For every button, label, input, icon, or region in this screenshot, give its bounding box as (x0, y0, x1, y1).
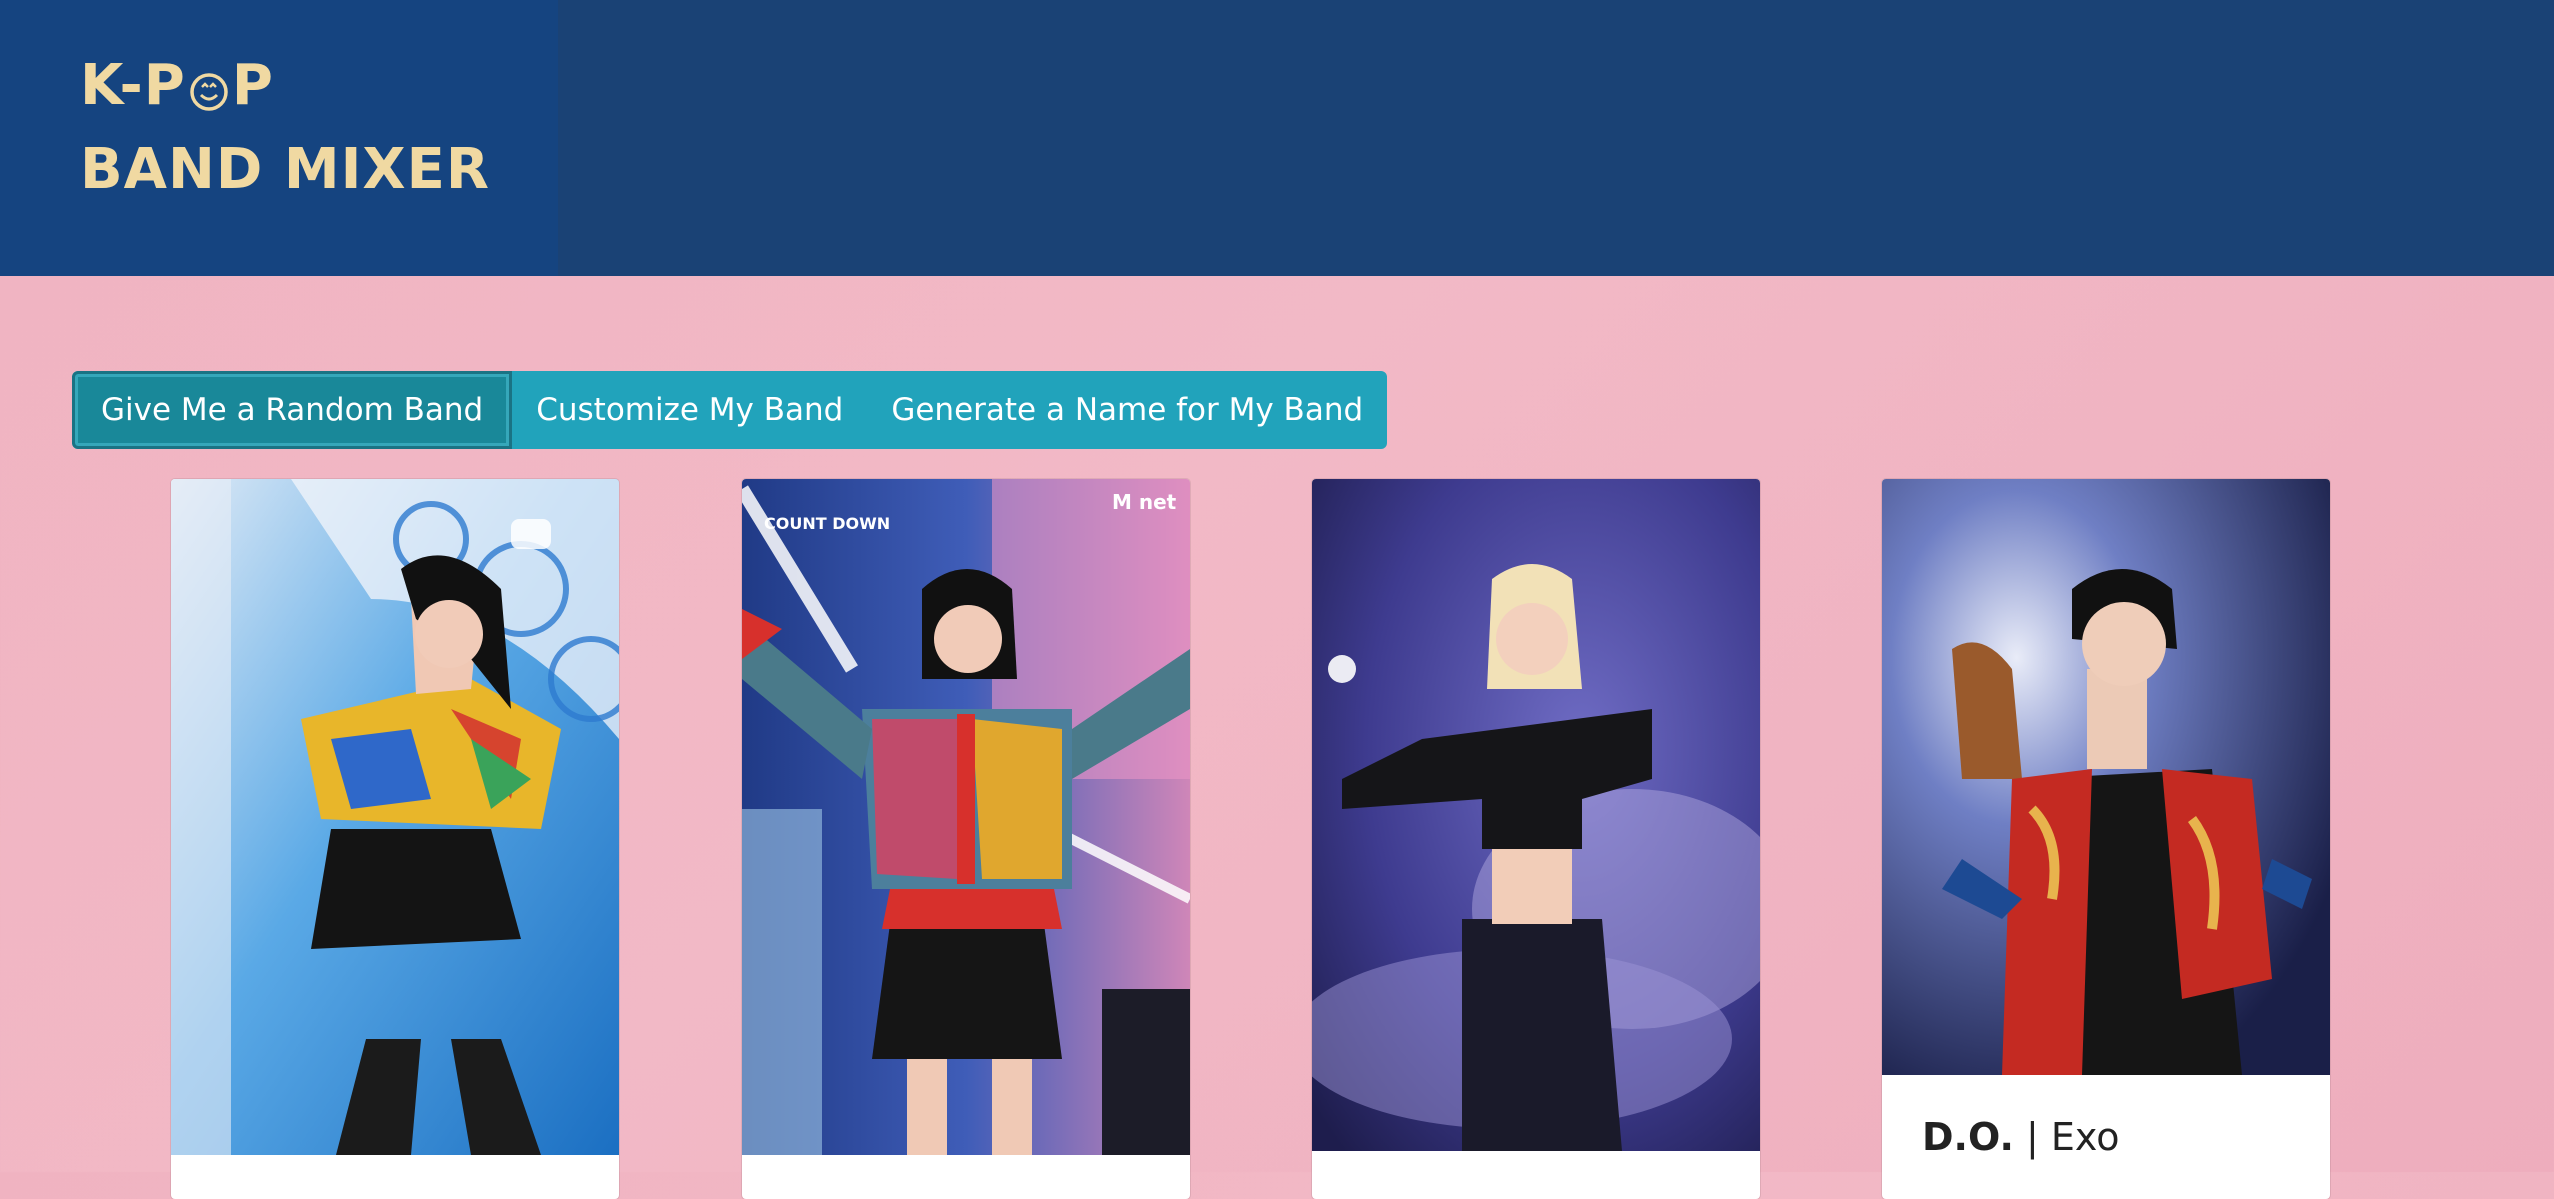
smiley-icon (189, 66, 229, 111)
member-group: Exo (2050, 1115, 2120, 1159)
logo-line-1: K-P P (80, 58, 274, 114)
member-card[interactable] (1312, 479, 1760, 1199)
member-photo (1882, 479, 2330, 1075)
mode-button-group: Give Me a Random Band Customize My Band … (72, 371, 1388, 449)
member-photo: COUNT DOWN M net (742, 479, 1190, 1155)
member-card[interactable]: D.O. | Exo (1882, 479, 2330, 1199)
random-band-button[interactable]: Give Me a Random Band (72, 371, 513, 449)
member-card[interactable] (171, 479, 619, 1199)
caption-separator: | (2025, 1115, 2039, 1159)
logo[interactable]: K-P P BAND MIXER (0, 0, 558, 276)
member-caption: D.O. | Exo (1922, 1115, 2119, 1159)
member-name: D.O. (1922, 1115, 2014, 1159)
member-photo (1312, 479, 1760, 1151)
customize-band-button[interactable]: Customize My Band (512, 371, 867, 449)
logo-text-kp: K-P (80, 53, 186, 118)
generate-name-button[interactable]: Generate a Name for My Band (867, 371, 1387, 449)
logo-line-2: BAND MIXER (80, 137, 490, 202)
member-photo (171, 479, 619, 1155)
mnet-watermark: M net (1112, 490, 1177, 514)
logo-text-p: P (231, 53, 274, 118)
countdown-watermark: COUNT DOWN (764, 514, 890, 533)
member-card[interactable]: COUNT DOWN M net (742, 479, 1190, 1199)
